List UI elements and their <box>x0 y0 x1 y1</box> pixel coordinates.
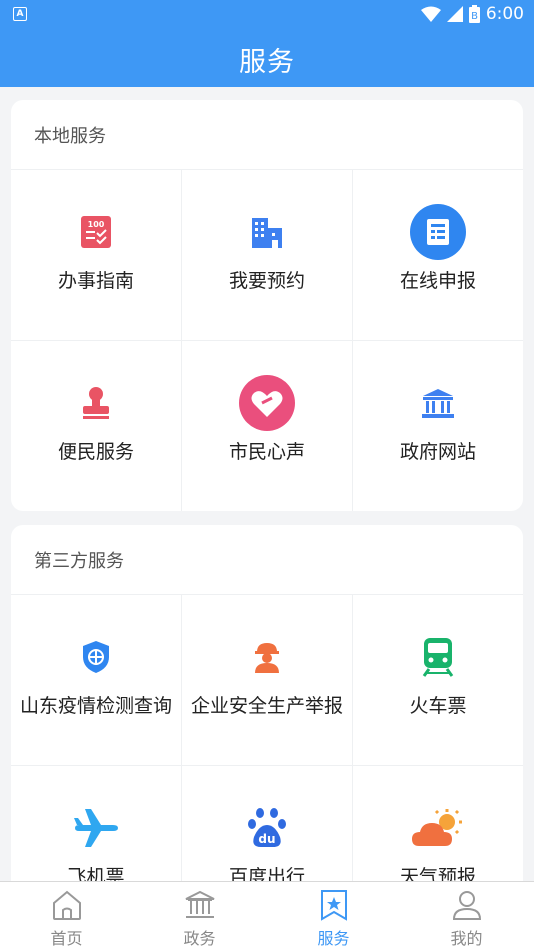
government-icon <box>185 890 214 918</box>
service-label: 企业安全生产举报 <box>190 695 343 717</box>
tab-label: 政务 <box>183 929 216 948</box>
airplane-icon <box>66 798 126 858</box>
government-building-icon <box>408 373 468 433</box>
service-label: 我要预约 <box>228 270 305 292</box>
home-icon <box>52 890 81 920</box>
tab-home[interactable]: 首页 <box>0 882 133 951</box>
worker-icon <box>237 627 297 687</box>
weather-icon <box>408 798 468 858</box>
tab-label: 首页 <box>50 929 83 948</box>
status-right-group: B 6:00 <box>420 4 524 24</box>
document-icon <box>408 202 468 262</box>
service-item-baidu-travel[interactable]: du 百度出行 <box>182 766 352 881</box>
tab-government[interactable]: 政务 <box>133 882 266 951</box>
service-label: 天气预报 <box>399 866 476 881</box>
service-item-guide[interactable]: 100 办事指南 <box>11 170 181 340</box>
bottom-tab-bar: 首页 政务 服务 我的 <box>0 881 534 951</box>
tab-mine[interactable]: 我的 <box>400 882 533 951</box>
service-label: 飞机票 <box>67 866 125 881</box>
train-icon <box>408 627 468 687</box>
tab-label: 服务 <box>317 929 350 948</box>
service-item-epidemic-query[interactable]: 山东疫情检测查询 <box>11 595 181 765</box>
stamp-icon <box>66 373 126 433</box>
service-item-convenience[interactable]: 便民服务 <box>11 341 181 511</box>
third-party-services-card: 第三方服务 山东疫情检测查询 企业安全生产举报 火车票 飞机票 du 百度出行 <box>11 525 523 881</box>
service-label: 办事指南 <box>57 270 134 292</box>
heart-icon <box>237 373 297 433</box>
notification-indicator: A <box>13 7 27 21</box>
service-label: 在线申报 <box>399 270 476 292</box>
tab-label: 我的 <box>450 929 483 948</box>
svg-text:du: du <box>258 832 275 846</box>
user-icon <box>452 891 481 920</box>
service-icon <box>320 890 347 921</box>
page-title: 服务 <box>239 47 295 78</box>
service-label: 市民心声 <box>228 441 305 463</box>
battery-level: B <box>471 11 478 22</box>
service-label: 政府网站 <box>399 441 476 463</box>
building-icon <box>237 202 297 262</box>
status-time: 6:00 <box>485 4 524 24</box>
service-label: 山东疫情检测查询 <box>19 695 172 717</box>
battery-icon: B <box>468 5 480 23</box>
service-item-gov-website[interactable]: 政府网站 <box>353 341 523 511</box>
third-party-services-title: 第三方服务 <box>34 551 124 572</box>
local-services-title: 本地服务 <box>34 126 106 147</box>
service-item-weather[interactable]: 天气预报 <box>353 766 523 881</box>
service-item-flight-ticket[interactable]: 飞机票 <box>11 766 181 881</box>
local-services-card: 本地服务 100 办事指南 我要预约 在线申报 便民服务 市民心声 政府网站 <box>11 100 523 511</box>
shield-icon <box>66 627 126 687</box>
tab-service[interactable]: 服务 <box>267 882 400 951</box>
service-label: 火车票 <box>409 695 467 717</box>
svg-text:100: 100 <box>88 220 105 229</box>
service-item-online-declare[interactable]: 在线申报 <box>353 170 523 340</box>
service-item-citizen-voice[interactable]: 市民心声 <box>182 341 352 511</box>
app-header: A B 6:00 服务 <box>0 0 534 87</box>
baidu-icon: du <box>237 798 297 858</box>
service-item-safety-report[interactable]: 企业安全生产举报 <box>182 595 352 765</box>
status-bar: A B 6:00 <box>0 0 534 28</box>
service-label: 便民服务 <box>57 441 134 463</box>
wifi-icon <box>420 6 441 22</box>
service-label: 百度出行 <box>228 866 305 881</box>
checklist-icon: 100 <box>66 202 126 262</box>
signal-icon <box>446 6 463 22</box>
service-item-train-ticket[interactable]: 火车票 <box>353 595 523 765</box>
service-item-appointment[interactable]: 我要预约 <box>182 170 352 340</box>
